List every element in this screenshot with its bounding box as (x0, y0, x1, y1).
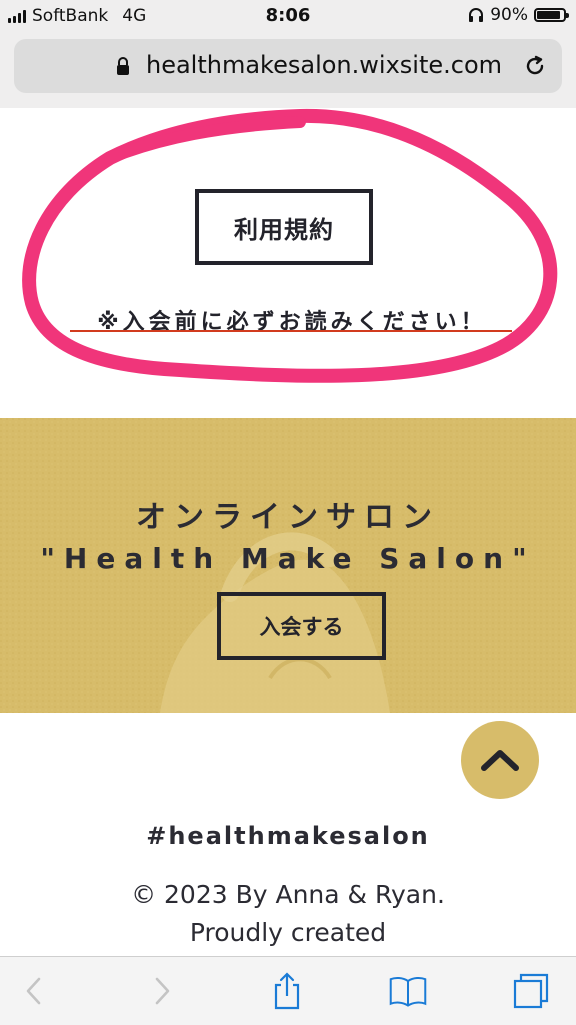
status-bar: SoftBank 4G 8:06 90% (0, 0, 576, 34)
battery-percent: 90% (490, 5, 528, 25)
proudly-created-text: Proudly created (189, 918, 387, 947)
bookmarks-button[interactable] (388, 971, 428, 1011)
banner-subtitle: "Health Make Salon" (40, 542, 536, 575)
book-icon (389, 976, 427, 1007)
terms-button[interactable]: 利用規約 (195, 189, 373, 265)
url-text[interactable]: healthmakesalon.wixsite.com (146, 51, 502, 79)
scroll-top-button[interactable] (461, 721, 539, 799)
back-button[interactable] (14, 971, 54, 1011)
chevron-left-icon (26, 977, 41, 1005)
salon-banner: オンラインサロン "Health Make Salon" 入会する (0, 418, 576, 713)
join-button[interactable]: 入会する (217, 592, 386, 660)
tabs-icon (513, 973, 549, 1009)
address-bar[interactable]: healthmakesalon.wixsite.com (14, 39, 562, 93)
browser-toolbar (0, 956, 576, 1025)
copyright-text: © 2023 By Anna & Ryan. (131, 880, 445, 909)
banner-title: オンラインサロン (136, 500, 440, 535)
chevron-up-icon (481, 750, 519, 771)
reload-icon[interactable] (522, 53, 548, 79)
terms-section: 利用規約 ※入会前に必ずお読みください！ (0, 108, 576, 418)
tabs-button[interactable] (511, 971, 551, 1011)
share-icon (274, 972, 300, 1010)
status-right: 90% (468, 5, 569, 25)
browser-header: healthmakesalon.wixsite.com (0, 34, 576, 109)
headphones-icon (469, 8, 484, 22)
chevron-right-icon (155, 977, 170, 1005)
hashtag-text: #healthmakesalon (146, 822, 430, 850)
share-button[interactable] (267, 971, 307, 1011)
forward-button[interactable] (142, 971, 182, 1011)
notice-underline (70, 330, 512, 332)
battery-icon (534, 8, 569, 22)
lock-icon (117, 57, 129, 75)
